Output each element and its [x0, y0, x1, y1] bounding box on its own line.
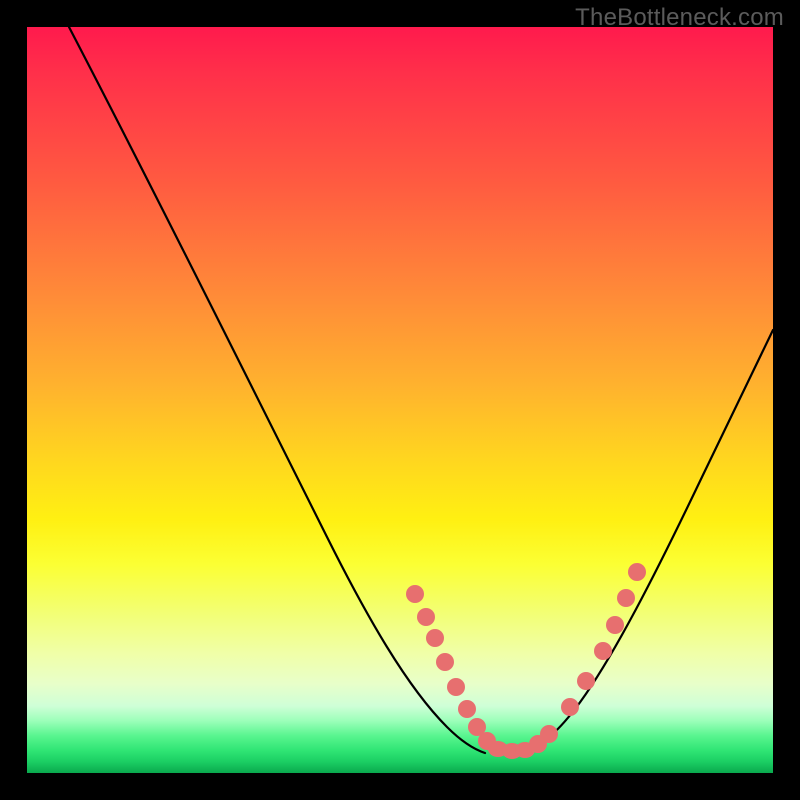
data-marker	[617, 589, 635, 607]
data-marker	[458, 700, 476, 718]
data-marker	[594, 642, 612, 660]
plot-area	[27, 27, 773, 773]
data-marker	[606, 616, 624, 634]
data-marker	[417, 608, 435, 626]
outer-frame: TheBottleneck.com	[0, 0, 800, 800]
left-curve	[69, 27, 485, 753]
data-marker	[628, 563, 646, 581]
watermark-text: TheBottleneck.com	[575, 4, 784, 32]
data-marker	[426, 629, 444, 647]
chart-svg	[27, 27, 773, 773]
data-marker	[447, 678, 465, 696]
data-marker	[577, 672, 595, 690]
data-marker	[436, 653, 454, 671]
data-marker	[406, 585, 424, 603]
right-curve	[522, 330, 773, 753]
data-marker	[561, 698, 579, 716]
data-marker	[540, 725, 558, 743]
marker-group	[406, 563, 646, 759]
